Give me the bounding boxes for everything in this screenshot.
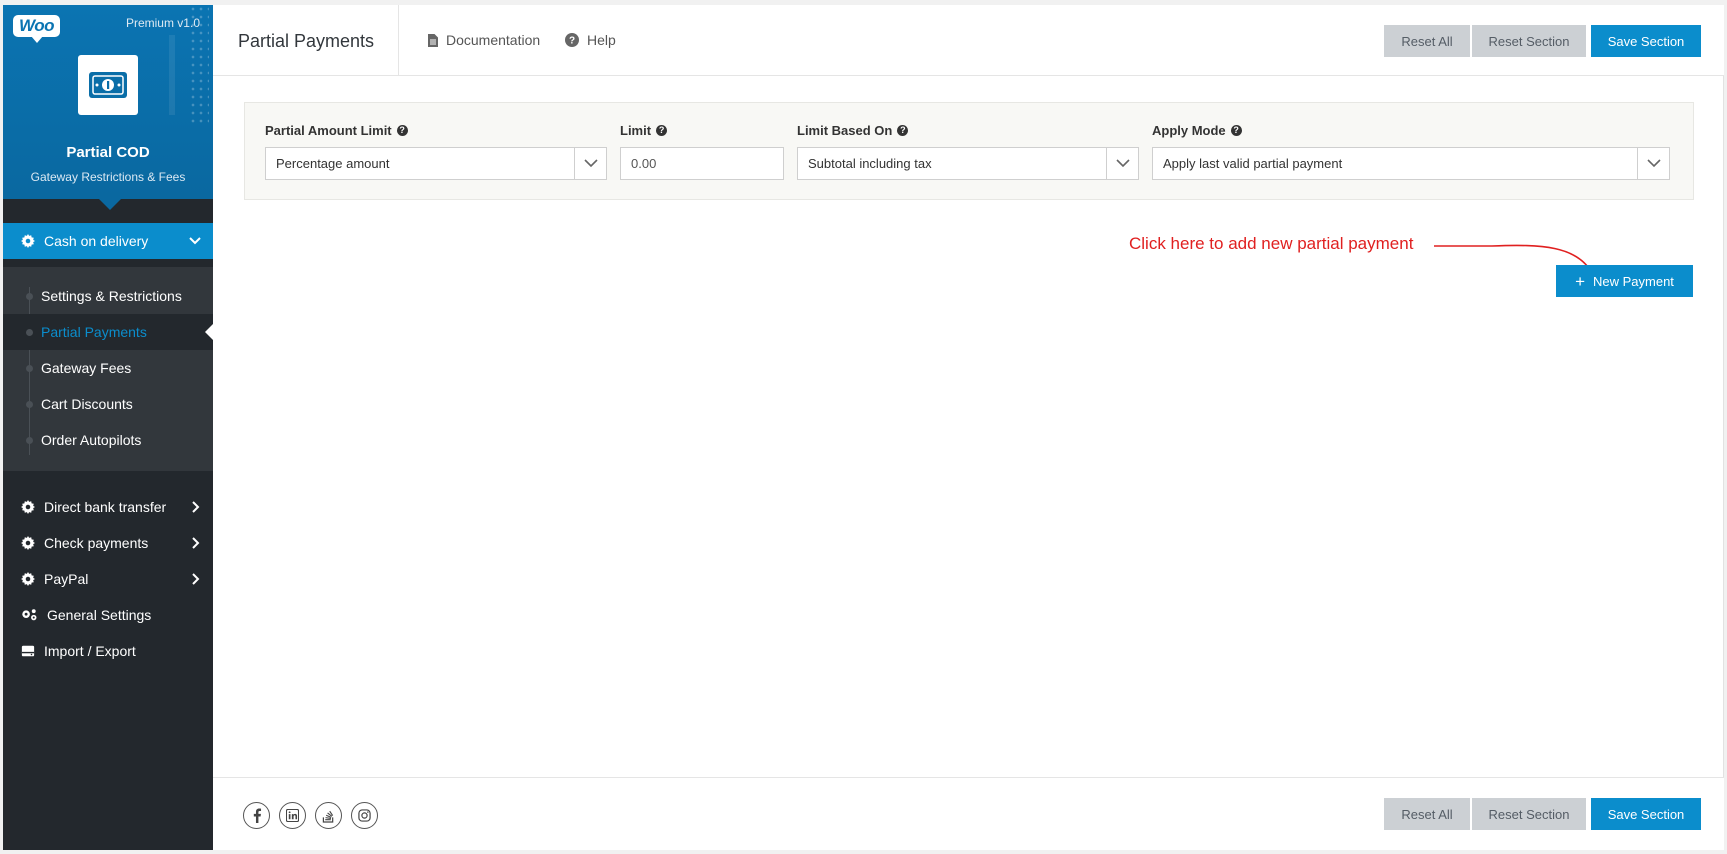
cash-icon <box>89 72 127 98</box>
help-icon[interactable]: ? <box>656 125 668 136</box>
chevron-down-icon <box>189 237 201 245</box>
subnav-label: Partial Payments <box>41 324 147 340</box>
gear-icon <box>21 536 35 550</box>
page-footer: Reset All Reset Section Save Section <box>213 777 1724 850</box>
subnav-label: Settings & Restrictions <box>41 288 182 304</box>
nav-cash-on-delivery[interactable]: Cash on delivery <box>3 223 213 259</box>
document-icon <box>428 33 438 47</box>
brand-header: Woo Premium v1.0 Partial COD Gateway Res… <box>3 5 213 199</box>
nav-label: General Settings <box>47 607 152 623</box>
help-icon[interactable]: ? <box>1230 125 1242 136</box>
woo-logo: Woo <box>13 15 60 43</box>
question-circle-icon: ? <box>565 33 579 47</box>
subnav-item-gateway-fees[interactable]: Gateway Fees <box>3 350 213 386</box>
gears-icon <box>22 609 37 621</box>
bullet <box>26 401 33 408</box>
label-text: Limit Based On <box>797 123 893 138</box>
nav-label: Import / Export <box>44 643 136 659</box>
import-export-icon <box>21 645 35 657</box>
subnav-item-cart-discounts[interactable]: Cart Discounts <box>3 386 213 422</box>
subnav-item-settings-restrictions[interactable]: Settings & Restrictions <box>3 278 213 314</box>
subnav: Settings & Restrictions Partial Payments… <box>3 267 213 471</box>
nav-label: Check payments <box>44 535 149 551</box>
help-icon[interactable]: ? <box>897 125 909 136</box>
limit-input[interactable]: 0.00 <box>620 147 784 180</box>
chevron-down-icon <box>574 148 606 179</box>
save-section-button[interactable]: Save Section <box>1591 25 1701 57</box>
plugin-subtitle: Gateway Restrictions & Fees <box>30 170 186 184</box>
nav-label: Direct bank transfer <box>44 499 167 515</box>
nav-general-settings[interactable]: General Settings <box>3 597 213 633</box>
streak-decoration <box>169 35 175 115</box>
help-link[interactable]: ? Help <box>565 32 616 48</box>
dots-decoration <box>189 5 209 125</box>
linkedin-icon[interactable] <box>279 802 306 829</box>
plugin-title: Partial COD <box>66 144 150 161</box>
instagram-icon[interactable] <box>351 802 378 829</box>
limit-label: Limit ? <box>620 123 668 138</box>
gear-icon <box>21 234 35 248</box>
bullet <box>26 365 33 372</box>
page-header: Partial Payments Documentation ? Help Re… <box>213 5 1724 76</box>
partial-amount-limit-label: Partial Amount Limit ? <box>265 123 408 138</box>
nav-label: Cash on delivery <box>44 233 149 249</box>
limit-based-on-label: Limit Based On ? <box>797 123 909 138</box>
chevron-down-icon <box>1637 148 1669 179</box>
nav-paypal[interactable]: PayPal <box>3 561 213 597</box>
select-value: Percentage amount <box>276 156 390 171</box>
label-text: Apply Mode <box>1152 123 1226 138</box>
bullet <box>26 293 33 300</box>
help-icon[interactable]: ? <box>396 125 408 136</box>
reset-section-button[interactable]: Reset Section <box>1472 25 1586 57</box>
bullet <box>26 437 33 444</box>
apply-mode-select[interactable]: Apply last valid partial payment <box>1152 147 1670 180</box>
label-text: Limit <box>620 123 652 138</box>
nav-check-payments[interactable]: Check payments <box>3 525 213 561</box>
settings-panel: Partial Amount Limit ? Percentage amount… <box>244 102 1694 200</box>
select-value: Subtotal including tax <box>808 156 932 171</box>
label-text: Partial Amount Limit <box>265 123 392 138</box>
bullet <box>26 329 33 336</box>
help-label: Help <box>587 32 616 48</box>
new-payment-button[interactable]: + New Payment <box>1556 265 1693 297</box>
plugin-logo <box>78 55 138 115</box>
new-payment-label: New Payment <box>1593 273 1674 289</box>
gear-icon <box>21 500 35 514</box>
reset-all-button[interactable]: Reset All <box>1384 25 1470 57</box>
footer-reset-all-button[interactable]: Reset All <box>1384 798 1470 830</box>
subnav-item-partial-payments[interactable]: Partial Payments <box>3 314 213 350</box>
annotation-text: Click here to add new partial payment <box>1129 234 1414 253</box>
subnav-label: Gateway Fees <box>41 360 132 376</box>
apply-mode-label: Apply Mode ? <box>1152 123 1242 138</box>
partial-amount-limit-select[interactable]: Percentage amount <box>265 147 607 180</box>
limit-based-on-select[interactable]: Subtotal including tax <box>797 147 1139 180</box>
subnav-item-order-autopilots[interactable]: Order Autopilots <box>3 422 213 458</box>
nav-direct-bank-transfer[interactable]: Direct bank transfer <box>3 489 213 525</box>
select-value: Apply last valid partial payment <box>1163 156 1343 171</box>
documentation-link[interactable]: Documentation <box>428 32 540 48</box>
nav-label: PayPal <box>44 571 89 587</box>
page-title: Partial Payments <box>238 31 375 51</box>
subnav-label: Cart Discounts <box>41 396 133 412</box>
header-divider <box>398 5 399 76</box>
stackoverflow-icon[interactable] <box>315 802 342 829</box>
subnav-label: Order Autopilots <box>41 432 142 448</box>
brand-pointer <box>99 199 121 210</box>
documentation-label: Documentation <box>446 32 541 48</box>
facebook-icon[interactable] <box>243 802 270 829</box>
chevron-right-icon <box>192 573 200 585</box>
nav-import-export[interactable]: Import / Export <box>3 633 213 669</box>
footer-reset-section-button[interactable]: Reset Section <box>1472 798 1586 830</box>
svg-text:?: ? <box>569 36 575 47</box>
plus-icon: + <box>1575 271 1585 291</box>
chevron-down-icon <box>1106 148 1138 179</box>
sidebar: Woo Premium v1.0 Partial COD Gateway Res… <box>3 5 213 850</box>
chevron-right-icon <box>192 501 200 513</box>
footer-save-section-button[interactable]: Save Section <box>1591 798 1701 830</box>
gear-icon <box>21 572 35 586</box>
chevron-right-icon <box>192 537 200 549</box>
